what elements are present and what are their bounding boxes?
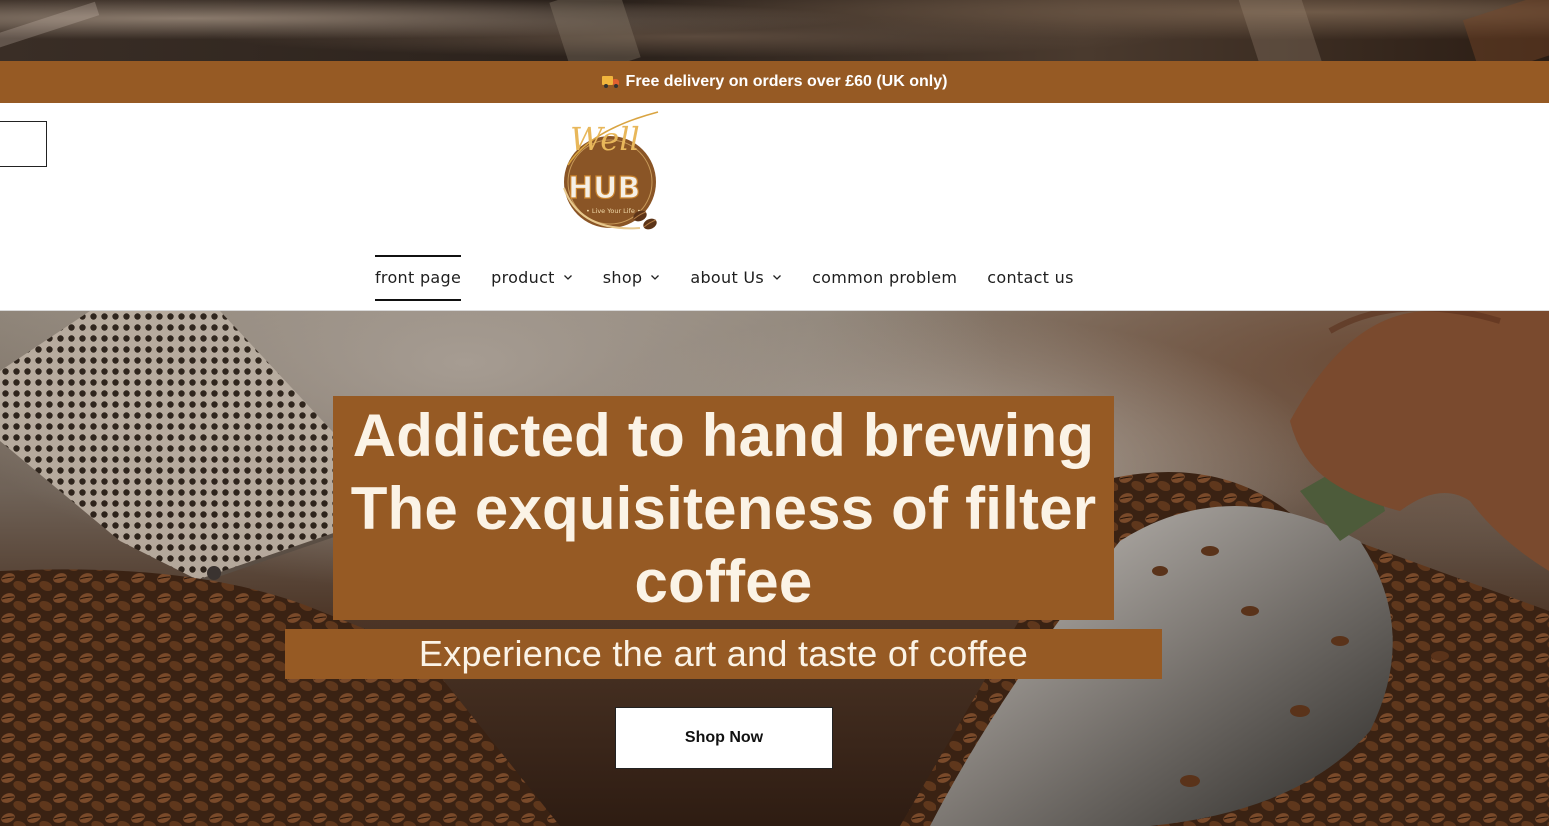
svg-text:Well: Well	[570, 120, 640, 158]
nav-item-front-page[interactable]: front page	[375, 253, 462, 301]
shop-now-button[interactable]: Shop Now	[615, 707, 833, 769]
nav-item-common-problem[interactable]: common problem	[812, 253, 957, 301]
wellhub-logo-icon: Well HUB • Live Your Life •	[563, 111, 659, 230]
announcement-bar: Free delivery on orders over £60 (UK onl…	[0, 61, 1549, 103]
nav-item-shop[interactable]: shop	[603, 253, 661, 301]
hero-headline-line-2: The exquisiteness of filter coffee	[350, 475, 1097, 615]
nav-item-label: common problem	[812, 267, 958, 287]
announcement-text: Free delivery on orders over £60 (UK onl…	[625, 73, 948, 90]
nav-item-contact-us[interactable]: contact us	[987, 253, 1073, 301]
nav-item-label: product	[491, 267, 555, 287]
hero-subline: Experience the art and taste of coffee	[418, 633, 1029, 674]
nav-item-label: shop	[602, 267, 643, 287]
nav-item-label: contact us	[987, 267, 1074, 287]
nav-item-product[interactable]: product	[491, 253, 573, 301]
nav-item-label: front page	[375, 267, 462, 287]
main-navigation: front page product shop about Us common …	[375, 253, 1074, 301]
menu-toggle-button[interactable]	[0, 121, 47, 167]
nav-item-label: about Us	[690, 267, 765, 287]
site-logo[interactable]: Well HUB • Live Your Life •	[560, 110, 664, 234]
hero-headline: Addicted to hand brewing The exquisitene…	[333, 399, 1114, 618]
svg-text:HUB: HUB	[568, 171, 640, 206]
hero-banner: Addicted to hand brewing The exquisitene…	[0, 311, 1549, 826]
top-background-photo	[0, 0, 1549, 61]
chevron-down-icon	[563, 275, 572, 280]
svg-text:• Live Your Life •: • Live Your Life •	[586, 207, 641, 215]
site-header: Well HUB • Live Your Life • front page p…	[0, 103, 1549, 311]
chevron-down-icon	[651, 275, 660, 280]
hero-headline-line-1: Addicted to hand brewing	[352, 402, 1095, 469]
chevron-down-icon	[773, 275, 782, 280]
delivery-truck-icon	[601, 76, 620, 88]
nav-item-about-us[interactable]: about Us	[690, 253, 782, 301]
